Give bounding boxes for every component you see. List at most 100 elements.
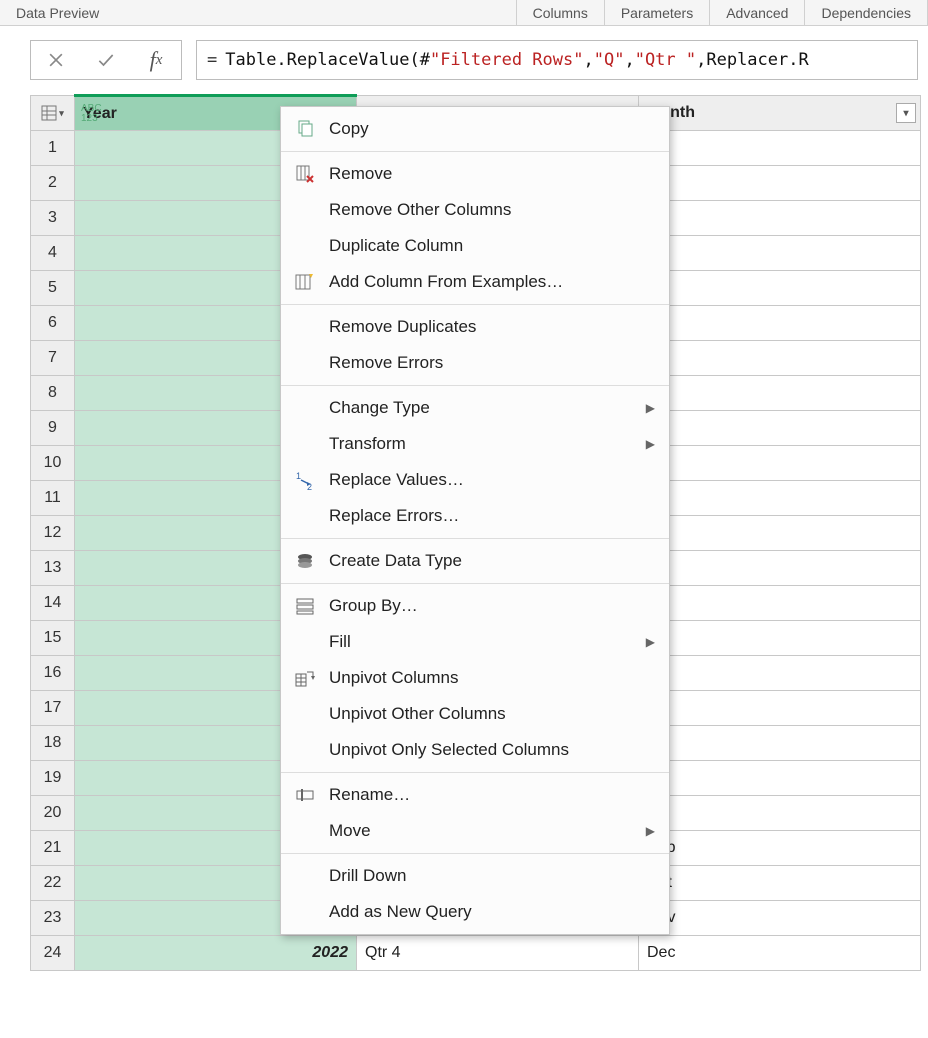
row-number[interactable]: 10 <box>31 446 75 481</box>
cell-month[interactable]: y <box>639 271 921 306</box>
menu-remove-duplicates[interactable]: Remove Duplicates <box>281 309 669 345</box>
menu-transform[interactable]: Transform▶ <box>281 426 669 462</box>
menu-remove-other[interactable]: Remove Other Columns <box>281 192 669 228</box>
menu-rename-label: Rename… <box>329 785 410 805</box>
tab-dependencies[interactable]: Dependencies <box>805 0 928 25</box>
row-number[interactable]: 13 <box>31 551 75 586</box>
row-number[interactable]: 2 <box>31 166 75 201</box>
cell-month[interactable]: b <box>639 586 921 621</box>
row-number[interactable]: 17 <box>31 691 75 726</box>
menu-separator <box>281 538 669 539</box>
submenu-arrow-icon: ▶ <box>646 437 655 451</box>
menu-group-by[interactable]: Group By… <box>281 588 669 624</box>
menu-unpivot-other[interactable]: Unpivot Other Columns <box>281 696 669 732</box>
menu-replace-values-label: Replace Values… <box>329 470 464 490</box>
cancel-formula-button[interactable] <box>31 41 81 79</box>
cell-qtr[interactable]: Qtr 4 <box>357 936 639 971</box>
cell-month[interactable]: r <box>639 656 921 691</box>
menu-replace-values[interactable]: 12 Replace Values… <box>281 462 669 498</box>
cell-month[interactable]: Sep <box>639 831 921 866</box>
menu-fill[interactable]: Fill▶ <box>281 624 669 660</box>
cell-month[interactable]: v <box>639 481 921 516</box>
cell-month[interactable]: Oct <box>639 866 921 901</box>
row-number[interactable]: 24 <box>31 936 75 971</box>
tab-advanced[interactable]: Advanced <box>710 0 805 25</box>
row-number[interactable]: 14 <box>31 586 75 621</box>
cell-month[interactable]: Nov <box>639 901 921 936</box>
menu-add-from-examples-label: Add Column From Examples… <box>329 272 563 292</box>
menu-add-new-query[interactable]: Add as New Query <box>281 894 669 930</box>
tab-columns[interactable]: Columns <box>517 0 605 25</box>
row-number[interactable]: 19 <box>31 761 75 796</box>
row-number[interactable]: 21 <box>31 831 75 866</box>
row-number[interactable]: 11 <box>31 481 75 516</box>
cell-month[interactable] <box>639 131 921 166</box>
menu-unpivot-only[interactable]: Unpivot Only Selected Columns <box>281 732 669 768</box>
fx-button[interactable]: fx <box>131 41 181 79</box>
row-number[interactable]: 7 <box>31 341 75 376</box>
menu-create-data-type-label: Create Data Type <box>329 551 462 571</box>
formula-input[interactable]: = Table.ReplaceValue(# "Filtered Rows" ,… <box>196 40 918 80</box>
accept-formula-button[interactable] <box>81 41 131 79</box>
menu-separator <box>281 385 669 386</box>
row-number[interactable]: 20 <box>31 796 75 831</box>
row-number[interactable]: 5 <box>31 271 75 306</box>
formula-str3: "Qtr " <box>635 50 696 70</box>
cell-month[interactable] <box>639 761 921 796</box>
menu-replace-errors[interactable]: Replace Errors… <box>281 498 669 534</box>
cell-month[interactable]: ar <box>639 201 921 236</box>
menu-rename[interactable]: Rename… <box>281 777 669 813</box>
column-filter-button-month[interactable]: ▾ <box>896 103 916 123</box>
menu-copy[interactable]: Copy <box>281 111 669 147</box>
column-header-month[interactable]: Month ▾ <box>639 96 921 131</box>
cell-month[interactable]: p <box>639 411 921 446</box>
menu-drill-down[interactable]: Drill Down <box>281 858 669 894</box>
cell-month[interactable]: r <box>639 621 921 656</box>
cell-month[interactable] <box>639 726 921 761</box>
menu-unpivot[interactable]: Unpivot Columns <box>281 660 669 696</box>
cell-month[interactable]: t <box>639 446 921 481</box>
menu-remove-errors-label: Remove Errors <box>329 353 443 373</box>
cell-month[interactable]: y <box>639 691 921 726</box>
rename-icon <box>293 783 317 807</box>
menu-remove[interactable]: Remove <box>281 156 669 192</box>
cell-month[interactable]: g <box>639 376 921 411</box>
cell-month[interactable]: Dec <box>639 936 921 971</box>
submenu-arrow-icon: ▶ <box>646 635 655 649</box>
formula-buttons: fx <box>30 40 182 80</box>
row-number[interactable]: 8 <box>31 376 75 411</box>
cell-month[interactable]: g <box>639 796 921 831</box>
cell-month[interactable] <box>639 306 921 341</box>
menu-move[interactable]: Move▶ <box>281 813 669 849</box>
row-number[interactable]: 15 <box>31 621 75 656</box>
row-number[interactable]: 22 <box>31 866 75 901</box>
menu-separator <box>281 772 669 773</box>
cell-month[interactable]: c <box>639 516 921 551</box>
formula-sep2: , <box>624 50 634 70</box>
copy-icon <box>293 117 317 141</box>
row-number[interactable]: 6 <box>31 306 75 341</box>
submenu-arrow-icon: ▶ <box>646 824 655 838</box>
tab-data-preview[interactable]: Data Preview <box>0 0 517 25</box>
cell-month[interactable]: r <box>639 236 921 271</box>
row-number[interactable]: 12 <box>31 516 75 551</box>
menu-remove-errors[interactable]: Remove Errors <box>281 345 669 381</box>
tab-parameters[interactable]: Parameters <box>605 0 710 25</box>
row-number[interactable]: 4 <box>31 236 75 271</box>
cell-month[interactable] <box>639 341 921 376</box>
menu-add-from-examples[interactable]: Add Column From Examples… <box>281 264 669 300</box>
row-number[interactable]: 16 <box>31 656 75 691</box>
cell-month[interactable] <box>639 551 921 586</box>
cell-month[interactable]: b <box>639 166 921 201</box>
row-number[interactable]: 3 <box>31 201 75 236</box>
row-number[interactable]: 23 <box>31 901 75 936</box>
row-number[interactable]: 9 <box>31 411 75 446</box>
row-number[interactable]: 1 <box>31 131 75 166</box>
select-all-corner[interactable]: ▾ <box>31 96 75 131</box>
row-number[interactable]: 18 <box>31 726 75 761</box>
cell-year[interactable]: 2022 <box>75 936 357 971</box>
unpivot-icon <box>293 666 317 690</box>
menu-duplicate[interactable]: Duplicate Column <box>281 228 669 264</box>
menu-create-data-type[interactable]: Create Data Type <box>281 543 669 579</box>
menu-change-type[interactable]: Change Type▶ <box>281 390 669 426</box>
